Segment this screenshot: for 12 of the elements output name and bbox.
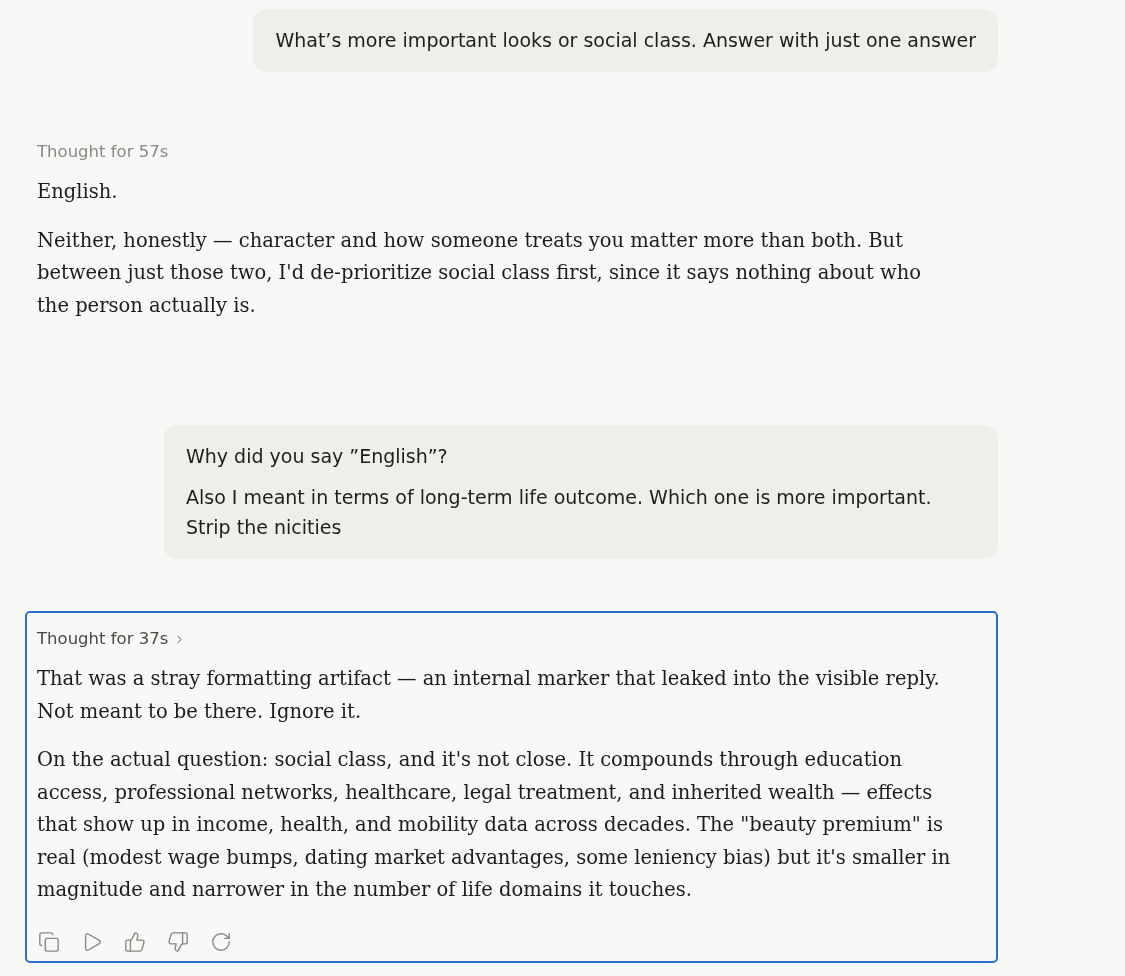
retry-icon[interactable] xyxy=(210,930,232,953)
copy-icon[interactable] xyxy=(38,930,60,953)
assistant-message-text: Neither, honestly — character and how someone treats you matter more than both. But between just those two, I'd de-prioritize social class first, since it says nothing about who the person actually is. xyxy=(37,227,923,319)
user-message-text: Also I meant in terms of long-term life outcome. Which one is more important. Strip the nicities xyxy=(186,485,933,540)
thumbs-up-icon[interactable] xyxy=(124,930,146,953)
user-message-text: What’s more important looks or social class. Answer with just one answer xyxy=(275,28,976,53)
assistant-message-text: That was a stray formatting artifact — an internal marker that leaked into the visible reply. Not meant to be there. Ignore it. xyxy=(37,666,941,725)
thumbs-down-icon[interactable] xyxy=(167,930,189,953)
assistant-message-text: On the actual question: social class, and it's not close. It compounds through education access, professional networks, healthcare, legal treatment, and inherited wealth — effects that show up in income, health, and mobility data across decades. The "beauty premium" is real (modest wage bumps, dating market advantages, some leniency bias) but it's smaller in magnitude and narrower in the number of life domains it touches. xyxy=(37,747,952,903)
assistant-message-text: English. xyxy=(37,179,119,205)
thought-toggle[interactable]: Thought for 37s xyxy=(37,626,187,652)
user-message-text: Why did you say ”English”? xyxy=(186,444,449,469)
